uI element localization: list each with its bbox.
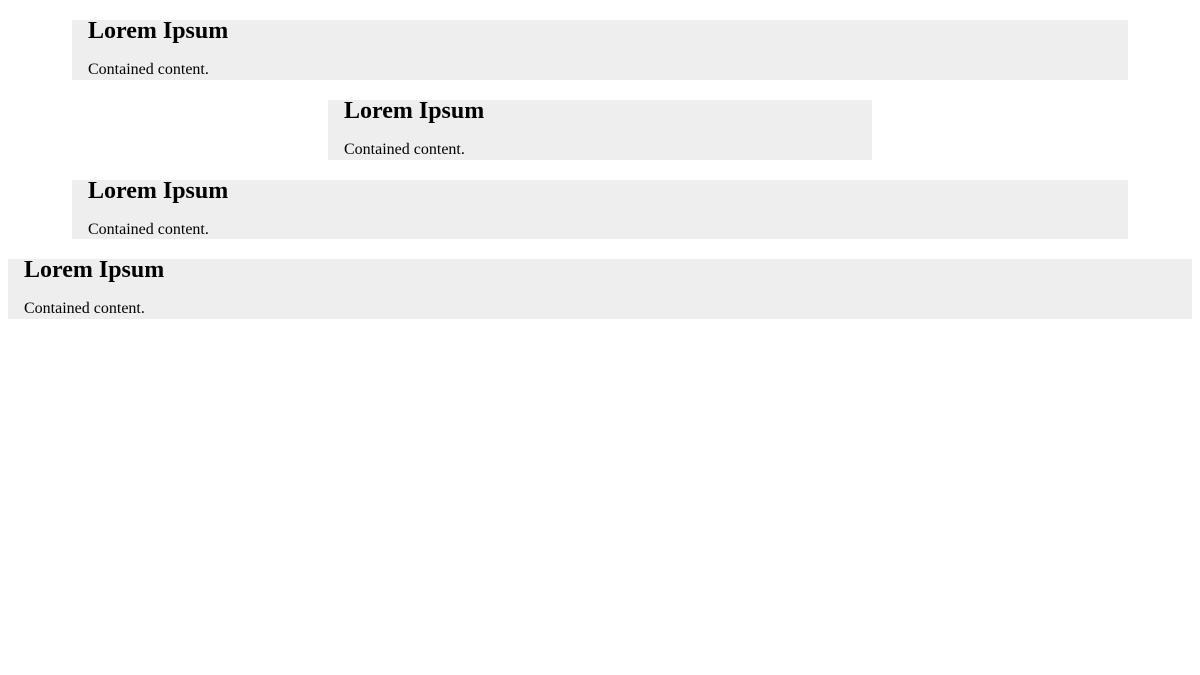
section-body-text: Contained content.	[344, 141, 465, 158]
section-heading: Lorem Ipsum	[24, 257, 165, 283]
section-body-text: Contained content.	[24, 300, 145, 317]
section-heading: Lorem Ipsum	[88, 18, 229, 44]
section-heading: Lorem Ipsum	[344, 98, 485, 124]
section-body-text: Contained content.	[88, 221, 209, 238]
contained-section-2: Lorem Ipsum Contained content.	[328, 98, 872, 160]
contained-section-3: Lorem Ipsum Contained content.	[72, 178, 1128, 239]
section-heading: Lorem Ipsum	[88, 178, 229, 204]
contained-section-4: Lorem Ipsum Contained content.	[8, 257, 1192, 319]
contained-section-1: Lorem Ipsum Contained content.	[72, 18, 1128, 80]
section-body-text: Contained content.	[88, 61, 209, 78]
